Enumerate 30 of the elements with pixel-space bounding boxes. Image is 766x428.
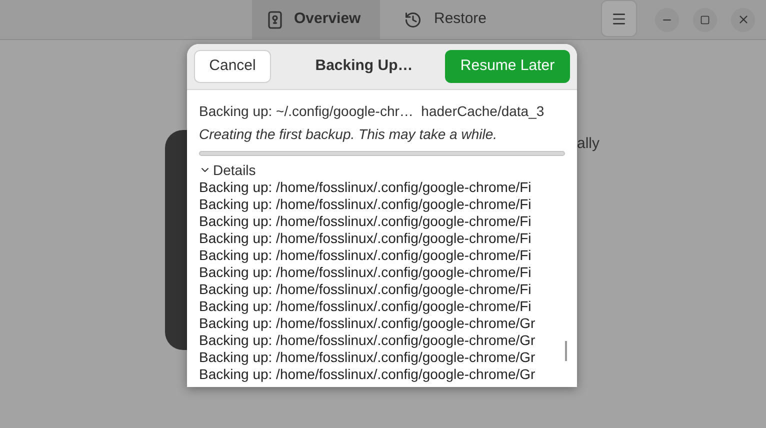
scrollbar xyxy=(565,341,567,361)
current-file-text: Backing up: ~/.config/google-chr… haderCache/data_3 xyxy=(199,102,546,120)
menu-icon xyxy=(611,10,627,26)
log-line: Backing up: /home/fosslinux/.config/google-chrome/Fi xyxy=(199,230,532,247)
log-line: Backing up: /home/fosslinux/.config/google-chrome/Fi xyxy=(199,281,532,298)
cancel-button[interactable]: Cancel xyxy=(194,50,271,83)
log-line: Backing up: /home/fosslinux/.config/google-chrome/Gr xyxy=(199,366,536,383)
log-line: Backing up: /home/fosslinux/.config/google-chrome/Fi xyxy=(199,298,532,315)
background-text: ally xyxy=(577,134,600,154)
resume-later-button[interactable]: Resume Later xyxy=(445,50,570,83)
details-expander[interactable]: Details xyxy=(199,162,256,178)
log-line: Backing up: /home/fosslinux/.config/google-chrome/Fi xyxy=(199,196,532,213)
maximize-icon xyxy=(700,14,710,24)
log-line: Backing up: /home/fosslinux/.config/google-chrome/Fi xyxy=(199,264,532,281)
log-line: Backing up: /home/fosslinux/.config/google-chrome/Fi xyxy=(199,247,532,264)
log-line: Backing up: /home/fosslinux/.config/google-chrome/Fi xyxy=(199,179,532,196)
maximize-button[interactable] xyxy=(693,8,717,32)
tab[interactable]: Restore xyxy=(388,0,508,39)
log-line: Backing up: /home/fosslinux/.config/google-chrome/Gr xyxy=(199,332,536,349)
history-icon xyxy=(404,10,422,28)
menu-button[interactable] xyxy=(601,0,637,37)
safe-icon xyxy=(268,10,282,28)
close-icon xyxy=(736,13,750,26)
close-button[interactable] xyxy=(731,8,755,32)
note-text: Creating the first backup. This may take a while. xyxy=(199,125,498,143)
log-line: Backing up: /home/fosslinux/.config/google-chrome/Gr xyxy=(199,349,536,366)
log-line: Backing up: /home/fosslinux/.config/google-chrome/Gr xyxy=(199,315,536,332)
dialog-title: Backing Up… xyxy=(314,56,414,76)
log-line: Backing up: /home/fosslinux/.config/google-chrome/Fi xyxy=(199,213,532,230)
tab[interactable]: Overview xyxy=(252,0,380,39)
